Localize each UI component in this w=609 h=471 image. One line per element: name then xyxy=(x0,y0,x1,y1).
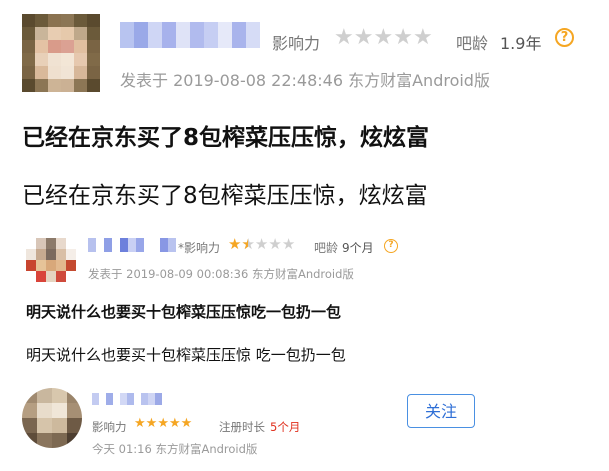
comment-age-value: 9个月 xyxy=(342,241,374,255)
star-icon: ★ xyxy=(254,235,269,253)
comment-meta: 发表于 2019-08-09 00:08:36 东方财富Android版 xyxy=(88,267,354,281)
star-icon: ★ xyxy=(241,237,254,253)
star-icon: ★ xyxy=(353,25,374,50)
post-age-value: 1.9年 xyxy=(500,34,542,53)
star-icon: ★ xyxy=(412,25,433,50)
comment-body: 明天说什么也要买十包榨菜压压惊 吃一包扔一包 xyxy=(26,346,346,364)
follow-button[interactable]: 关注 xyxy=(407,394,475,428)
user-card-register-label: 注册时长 xyxy=(219,420,265,434)
comment-title: 明天说什么也要买十包榨菜压压惊吃一包扔一包 xyxy=(26,303,342,321)
comment-age-label: 吧龄 xyxy=(314,241,339,255)
comment-author-name-pixelated[interactable] xyxy=(88,238,176,252)
comment-help-icon[interactable]: ? xyxy=(384,239,398,253)
star-icon: ★ xyxy=(334,25,354,50)
post-influence-label: 影响力 xyxy=(272,34,321,53)
star-icon: ★ xyxy=(281,235,296,253)
post-body: 已经在京东买了8包榨菜压压惊，炫炫富 xyxy=(22,183,428,209)
post-age-label: 吧龄 xyxy=(456,34,489,53)
user-card-meta: 今天 01:16 东方财富Android版 xyxy=(92,442,258,456)
user-card-avatar[interactable] xyxy=(22,388,82,448)
comment-influence-label: *影响力 xyxy=(178,241,221,255)
post-meta: 发表于 2019-08-08 22:48:46 东方财富Android版 xyxy=(120,71,490,90)
star-icon: ★ xyxy=(180,416,193,431)
post-title: 已经在京东买了8包榨菜压压惊，炫炫富 xyxy=(22,125,430,151)
star-icon: ★ xyxy=(393,25,413,50)
star-icon: ★ xyxy=(268,235,282,253)
pixelated-avatar-image xyxy=(26,238,76,282)
user-card-influence-label: 影响力 xyxy=(92,420,127,434)
star-icon: ★ xyxy=(157,416,169,431)
pixelated-avatar-image xyxy=(22,388,82,448)
user-card-name-pixelated[interactable] xyxy=(92,393,162,405)
comment-author-avatar[interactable] xyxy=(26,238,76,282)
star-icon: ★ xyxy=(134,416,146,431)
post-help-icon[interactable]: ? xyxy=(555,28,574,47)
post-author-avatar[interactable] xyxy=(22,14,100,92)
star-icon: ★ xyxy=(373,25,394,50)
star-icon: ★ xyxy=(168,416,181,431)
comment-influence-stars: ★ ★ ★ ★ ★ xyxy=(228,235,296,253)
post-author-name-pixelated[interactable] xyxy=(120,22,260,48)
pixelated-avatar-image xyxy=(22,14,100,92)
user-card-influence-stars: ★ ★ ★ ★ ★ xyxy=(134,417,192,430)
post-influence-stars: ★ ★ ★ ★ ★ xyxy=(334,27,433,49)
user-card-register-value: 5个月 xyxy=(270,420,301,434)
star-icon: ★ xyxy=(145,416,158,431)
star-icon: ★ xyxy=(228,235,242,253)
